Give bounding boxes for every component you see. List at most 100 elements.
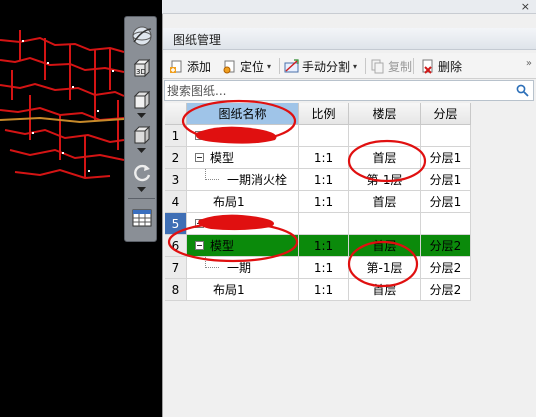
cell-scale[interactable]: 1:1	[299, 257, 349, 279]
collapse-toggle-icon[interactable]	[195, 241, 204, 250]
view-front-button[interactable]	[129, 87, 154, 112]
cell-name[interactable]	[187, 213, 299, 235]
cell-name[interactable]: 布局1	[187, 191, 299, 213]
cell-layer[interactable]: 分层1	[421, 191, 471, 213]
row-number[interactable]: 1	[165, 125, 187, 147]
row-number[interactable]: 7	[165, 257, 187, 279]
cell-name[interactable]: 模型	[187, 235, 299, 257]
add-label: 添加	[187, 59, 212, 74]
column-header-scale[interactable]: 比例	[299, 103, 349, 125]
panel-title: 图纸管理	[173, 33, 222, 47]
collapse-toggle-icon[interactable]	[195, 153, 204, 162]
table-row[interactable]: 7 一期 1:1 第-1层 分层2	[165, 257, 471, 279]
cube-icon	[133, 125, 150, 144]
table-row[interactable]: 5	[165, 213, 471, 235]
row-number[interactable]: 6	[165, 235, 187, 257]
chevron-down-icon[interactable]: ▾	[267, 62, 271, 71]
search-input[interactable]	[167, 82, 507, 99]
table-row[interactable]: 4 布局1 1:1 首层 分层1	[165, 191, 471, 213]
table-row[interactable]: 6 模型 1:1 首层 分层2	[165, 235, 471, 257]
cell-layer[interactable]: 分层2	[421, 257, 471, 279]
cell-floor-text: 首层	[372, 195, 397, 209]
row-number[interactable]: 8	[165, 279, 187, 301]
chevron-down-icon[interactable]	[137, 187, 146, 193]
cell-floor-text: 首层	[372, 283, 397, 297]
view-3d-button[interactable]: 3D	[129, 55, 154, 80]
cell-floor[interactable]: 首层	[349, 147, 421, 169]
cell-name[interactable]: 一期	[187, 257, 299, 279]
toolbar-overflow-icon[interactable]: »	[526, 58, 532, 69]
panel-titlebar: 图纸管理	[163, 28, 536, 50]
search-box	[164, 80, 534, 101]
cell-name[interactable]	[187, 125, 299, 147]
cell-scale-text: 1:1	[313, 150, 334, 165]
rotate-icon	[133, 164, 150, 181]
column-header-name[interactable]: 图纸名称	[187, 103, 299, 125]
cell-layer[interactable]	[421, 213, 471, 235]
locate-button[interactable]: 定位 ▾	[222, 57, 271, 75]
cell-layer[interactable]: 分层1	[421, 147, 471, 169]
cube-3d-icon: 3D	[133, 58, 150, 77]
cell-floor[interactable]: 第-1层	[349, 169, 421, 191]
cell-layer[interactable]: 分层2	[421, 235, 471, 257]
cell-floor[interactable]: 首层	[349, 191, 421, 213]
cell-floor[interactable]: 第-1层	[349, 257, 421, 279]
cell-layer[interactable]: 分层1	[421, 169, 471, 191]
chevron-down-icon[interactable]: ▾	[353, 62, 357, 71]
collapse-toggle-icon[interactable]	[195, 219, 204, 228]
copy-label: 复制	[388, 59, 413, 74]
table-row[interactable]: 3 一期消火栓 1:1 第-1层 分层1	[165, 169, 471, 191]
toolbar-separator	[365, 58, 366, 74]
cell-floor-text: 首层	[372, 239, 397, 253]
cell-scale[interactable]	[299, 125, 349, 147]
cell-layer-text: 分层1	[429, 173, 462, 187]
table-row[interactable]: 2 模型 1:1 首层 分层1	[165, 147, 471, 169]
manual-split-button[interactable]: 手动分割 ▾	[284, 57, 357, 75]
cell-scale[interactable]: 1:1	[299, 235, 349, 257]
cell-floor[interactable]: 首层	[349, 235, 421, 257]
row-number[interactable]: 2	[165, 147, 187, 169]
header-corner	[165, 103, 187, 125]
view-box-button[interactable]	[129, 122, 154, 147]
column-header-floor[interactable]: 楼层	[349, 103, 421, 125]
manual-split-label: 手动分割	[302, 59, 351, 74]
cell-scale[interactable]: 1:1	[299, 279, 349, 301]
orbit-globe-button[interactable]	[129, 23, 154, 48]
chevron-down-icon[interactable]	[137, 113, 146, 119]
cell-scale-text: 1:1	[313, 282, 334, 297]
cell-scale[interactable]: 1:1	[299, 169, 349, 191]
cell-floor[interactable]	[349, 125, 421, 147]
cell-scale[interactable]	[299, 213, 349, 235]
table-row[interactable]: 8 布局1 1:1 首层 分层2	[165, 279, 471, 301]
row-number[interactable]: 5	[165, 213, 187, 235]
cell-layer[interactable]	[421, 125, 471, 147]
table-header-row: 图纸名称 比例 楼层 分层	[165, 103, 471, 125]
cell-floor-text: 第-1层	[366, 173, 403, 187]
row-number[interactable]: 4	[165, 191, 187, 213]
cell-scale[interactable]: 1:1	[299, 191, 349, 213]
rotate-button[interactable]	[129, 160, 154, 185]
copy-button[interactable]: 复制	[370, 57, 412, 75]
delete-button[interactable]: 删除	[420, 57, 462, 75]
search-icon[interactable]	[516, 84, 529, 97]
locate-label: 定位	[240, 59, 265, 74]
cell-name[interactable]: 一期消火栓	[187, 169, 299, 191]
toolbar-separator	[413, 58, 414, 74]
cell-layer[interactable]: 分层2	[421, 279, 471, 301]
close-icon[interactable]: ×	[521, 0, 530, 14]
toolbar-divider	[128, 198, 155, 199]
column-header-layer[interactable]: 分层	[421, 103, 471, 125]
cell-floor[interactable]	[349, 213, 421, 235]
panel-toolbar: 添加 定位 ▾ 手动分割 ▾ 复制 删除 »	[163, 53, 536, 79]
row-number[interactable]: 3	[165, 169, 187, 191]
layout-grid-button[interactable]	[129, 205, 154, 230]
chevron-down-icon[interactable]	[137, 148, 146, 154]
cell-name[interactable]: 模型	[187, 147, 299, 169]
add-button[interactable]: 添加	[169, 57, 211, 75]
table-row[interactable]: 1	[165, 125, 471, 147]
collapse-toggle-icon[interactable]	[195, 131, 204, 140]
cell-floor[interactable]: 首层	[349, 279, 421, 301]
cell-scale[interactable]: 1:1	[299, 147, 349, 169]
cell-scale-text: 1:1	[313, 260, 334, 275]
cell-name[interactable]: 布局1	[187, 279, 299, 301]
